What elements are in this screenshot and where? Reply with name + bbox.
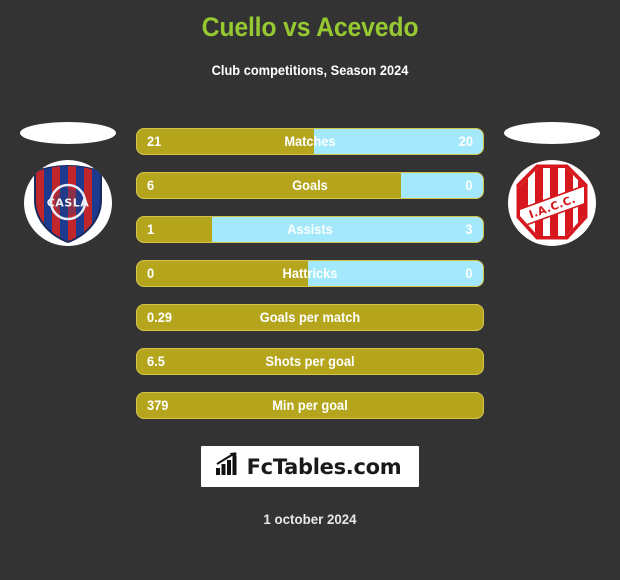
- san-lorenzo-crest: CASLA: [24, 160, 112, 246]
- instituto-crest: I.A.C.C.: [508, 160, 596, 246]
- stat-away-value: 20: [458, 134, 473, 149]
- crest-highlight-ellipse-away: [504, 122, 600, 144]
- stat-bar-row: 21 Matches 20: [136, 128, 484, 155]
- stat-label: Goals: [292, 178, 328, 193]
- stat-bar-row: 1 Assists 3: [136, 216, 484, 243]
- stat-bar-row: 379 Min per goal: [136, 392, 484, 419]
- footer-date: 1 october 2024: [263, 511, 357, 527]
- fctables-brand[interactable]: FcTables.com: [200, 446, 420, 487]
- header: Cuello vs Acevedo Club competitions, Sea…: [0, 0, 620, 79]
- stat-label: Assists: [287, 222, 333, 237]
- stat-bar-row: 6 Goals 0: [136, 172, 484, 199]
- stat-label: Goals per match: [259, 310, 361, 325]
- stat-away-value: 0: [465, 266, 473, 281]
- home-team-crest-wrap: CASLA: [0, 112, 136, 292]
- stat-away-value: 0: [465, 178, 473, 193]
- stat-bar-row: 6.5 Shots per goal: [136, 348, 484, 375]
- crest-highlight-ellipse-home: [20, 122, 116, 144]
- stat-bar-row: 0 Hattricks 0: [136, 260, 484, 287]
- stat-bar-row: 0.29 Goals per match: [136, 304, 484, 331]
- stat-label: Matches: [284, 134, 336, 149]
- comparison-section: CASLA I.A.C.C. 21 Matches 20 6 Goals 0 1…: [0, 112, 620, 422]
- bar-chart-icon: [215, 452, 241, 481]
- away-team-crest-wrap: I.A.C.C.: [484, 112, 620, 292]
- stat-away-value: 3: [465, 222, 473, 237]
- page-title: Cuello vs Acevedo: [201, 12, 419, 42]
- brand-text: FcTables.com: [246, 454, 402, 479]
- svg-text:CASLA: CASLA: [47, 197, 90, 210]
- page-subtitle: Club competitions, Season 2024: [211, 63, 409, 78]
- stat-label: Shots per goal: [265, 354, 355, 369]
- stat-label: Hattricks: [282, 266, 338, 281]
- stat-label: Min per goal: [272, 398, 348, 413]
- stat-bars-list: 21 Matches 20 6 Goals 0 1 Assists 3 0 Hattricks 0 0.…: [136, 128, 484, 436]
- footer: FcTables.com 1 october 2024: [0, 446, 620, 527]
